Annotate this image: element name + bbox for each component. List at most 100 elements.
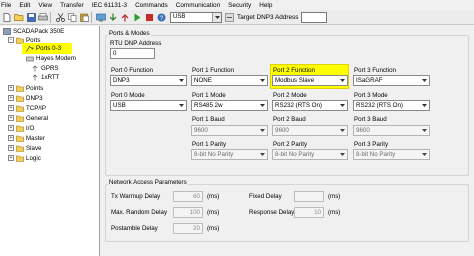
menu-help[interactable]: Help [255, 2, 276, 9]
tree-item-ports-0-3[interactable]: Ports 0-3 [26, 44, 61, 53]
menu-edit[interactable]: Edit [15, 2, 34, 9]
save-icon[interactable] [26, 12, 36, 22]
tree-item-slave-label: Slave [26, 145, 42, 152]
port-2-parity-select[interactable]: 8-bit No Parity [272, 149, 348, 160]
chevron-down-icon [420, 151, 428, 158]
help-icon[interactable]: ? [156, 12, 166, 22]
menu-view[interactable]: View [34, 2, 56, 9]
menu-commands[interactable]: Commands [131, 2, 172, 9]
folder-icon [16, 155, 24, 162]
expand-icon[interactable]: + [8, 135, 14, 141]
tree-item-master[interactable]: Master [16, 134, 45, 143]
menu-file[interactable]: File [0, 2, 15, 9]
collapse-icon[interactable]: − [8, 37, 14, 43]
port-2-mode-select[interactable]: RS232 (RTS On) [272, 100, 348, 111]
tree-item-logic-label: Logic [26, 155, 41, 162]
expand-icon[interactable]: + [8, 125, 14, 131]
chevron-down-icon [338, 127, 346, 134]
postamble-input[interactable]: 20 [173, 223, 203, 234]
port-3-baud-label: Port 3 Baud [354, 116, 387, 123]
tree-item-tcpip[interactable]: TCP/IP [16, 104, 46, 113]
port-2-baud-select[interactable]: 9600 [272, 125, 348, 136]
port-0-mode-label: Port 0 Mode [111, 92, 145, 99]
chevron-down-icon [420, 127, 428, 134]
tree-item-hayes-label: Hayes Modem [36, 55, 76, 62]
chevron-down-icon [338, 151, 346, 158]
tx-warmup-input[interactable]: 60 [173, 191, 203, 202]
postamble-unit: (ms) [207, 225, 220, 232]
port-settings-icon[interactable] [224, 12, 234, 22]
max-random-input[interactable]: 100 [173, 207, 203, 218]
expand-icon[interactable]: + [8, 95, 14, 101]
menu-communication[interactable]: Communication [172, 2, 224, 9]
chevron-down-icon [258, 77, 266, 84]
port-0-mode-select[interactable]: USB [110, 100, 187, 111]
rtu-address-input[interactable]: 0 [110, 48, 155, 59]
fixed-delay-label: Fixed Delay [249, 193, 282, 200]
port-3-baud-select[interactable]: 9600 [353, 125, 430, 136]
port-2-function-select[interactable]: Modbus Slave [272, 75, 348, 86]
menu-iec[interactable]: IEC 61131-3 [88, 2, 131, 9]
port-1-function-select[interactable]: NONE [191, 75, 268, 86]
response-delay-unit: (ms) [328, 209, 341, 216]
read-icon[interactable] [108, 12, 118, 22]
tree-item-logic[interactable]: Logic [16, 154, 41, 163]
tree-item-gprs[interactable]: GPRS [31, 64, 59, 73]
chevron-down-icon [338, 77, 346, 84]
expand-icon[interactable]: + [8, 105, 14, 111]
expand-icon[interactable]: + [8, 155, 14, 161]
target-address-input[interactable] [301, 11, 328, 23]
expand-icon[interactable]: + [8, 115, 14, 121]
new-icon[interactable] [2, 12, 12, 22]
menu-security[interactable]: Security [224, 2, 255, 9]
run-icon[interactable] [132, 12, 142, 22]
port-3-baud-value: 9600 [356, 127, 370, 134]
toolbar: ? USB Target DNP3 Address [0, 10, 474, 25]
cut-icon[interactable] [55, 12, 65, 22]
port-3-mode-select[interactable]: RS232 (RTS On) [353, 100, 430, 111]
connection-select[interactable]: USB [170, 11, 222, 23]
tx-warmup-label: Tx Warmup Delay [111, 193, 161, 200]
connection-value: USB [173, 14, 186, 20]
write-icon[interactable] [120, 12, 130, 22]
expand-icon[interactable]: + [8, 145, 14, 151]
port-3-parity-select[interactable]: 8-bit No Parity [353, 149, 430, 160]
open-folder-icon[interactable] [14, 12, 24, 22]
paste-icon[interactable] [79, 12, 89, 22]
tree-item-ports-0-3-label: Ports 0-3 [36, 45, 62, 52]
port-2-baud-label: Port 2 Baud [273, 116, 306, 123]
folder-icon [16, 85, 24, 92]
tree-item-io-label: I/O [26, 125, 35, 132]
port-1-baud-value: 9600 [194, 127, 208, 134]
menu-transfer[interactable]: Transfer [56, 2, 88, 9]
port-2-function-label: Port 2 Function [273, 67, 315, 74]
folder-icon [16, 135, 24, 142]
tree-item-dnp3[interactable]: DNP3 [16, 94, 43, 103]
copy-icon[interactable] [67, 12, 77, 22]
port-0-function-select[interactable]: DNP3 [110, 75, 187, 86]
tree-item-general[interactable]: General [16, 114, 48, 123]
print-icon[interactable] [38, 12, 48, 22]
tree-item-points[interactable]: Points [16, 84, 43, 93]
tree-item-io[interactable]: I/O [16, 124, 34, 133]
port-1-baud-select[interactable]: 9600 [191, 125, 268, 136]
port-1-mode-select[interactable]: RS485 2w [191, 100, 268, 111]
tree-item-slave[interactable]: Slave [16, 144, 41, 153]
settings-panel: Ports & Modes RTU DNP Address 0 Port 0 F… [101, 26, 474, 256]
tree-root[interactable]: SCADAPack 350E [3, 27, 64, 36]
stop-icon[interactable] [144, 12, 154, 22]
expand-icon[interactable]: + [8, 85, 14, 91]
tree-item-1xrtt[interactable]: 1xRTT [31, 73, 59, 82]
rtt-icon [31, 74, 39, 81]
port-3-function-select[interactable]: ISaGRAF [353, 75, 430, 86]
folder-icon [16, 95, 24, 102]
port-3-mode-value: RS232 (RTS On) [356, 102, 403, 109]
port-1-function-value: NONE [194, 77, 212, 84]
response-delay-input[interactable]: 10 [294, 207, 324, 218]
tree-item-hayes-modem[interactable]: Hayes Modem [26, 54, 76, 63]
fixed-delay-input[interactable] [294, 191, 324, 202]
port-1-parity-select[interactable]: 8-bit No Parity [191, 149, 268, 160]
port-3-mode-label: Port 3 Mode [354, 92, 388, 99]
port-0-function-label: Port 0 Function [111, 67, 153, 74]
connect-icon[interactable] [96, 12, 106, 22]
